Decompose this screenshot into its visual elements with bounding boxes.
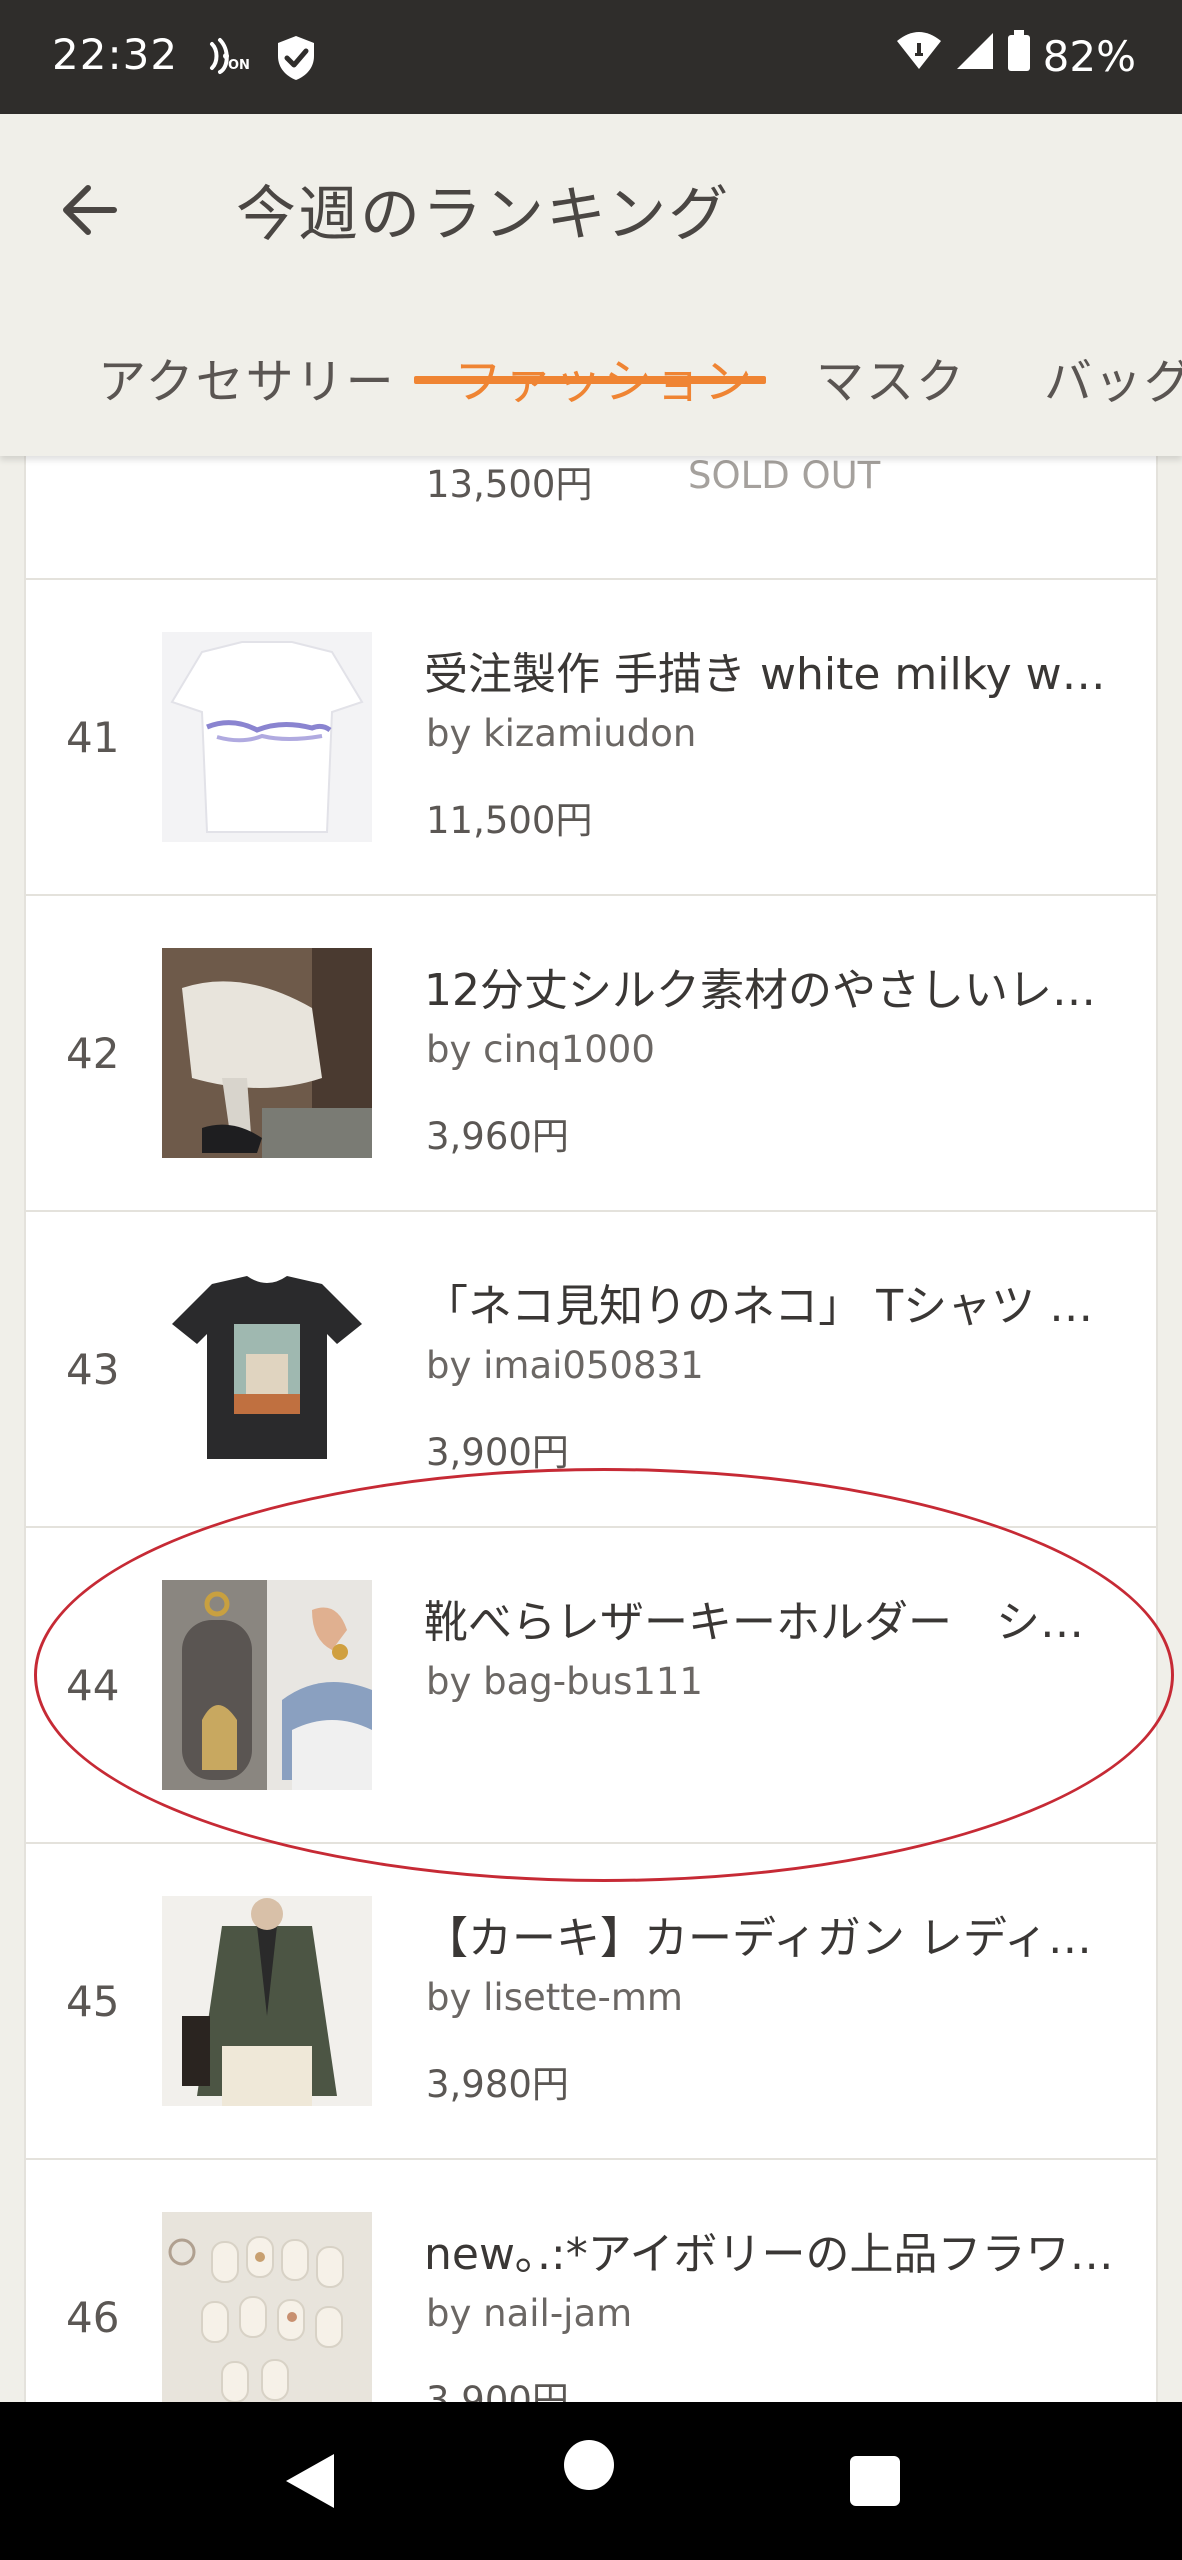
list-item[interactable]: 41 受注製作 手描き white milky white by kizamiu…: [24, 580, 1158, 896]
item-thumbnail: [162, 1264, 372, 1474]
item-price: 3,980円: [426, 2063, 569, 2106]
item-thumbnail: [162, 632, 372, 842]
item-rank: 44: [66, 1660, 120, 1710]
item-seller[interactable]: by nail-jam: [426, 2292, 632, 2335]
tab-mask[interactable]: マスク: [816, 342, 966, 412]
battery-icon: [1007, 30, 1031, 82]
item-rank: 42: [66, 1028, 120, 1078]
status-right: 82%: [895, 30, 1136, 82]
list-item[interactable]: 43 「ネコ見知りのネコ」 Tシャツ ブラック by imai050831 3,…: [24, 1212, 1158, 1528]
item-thumbnail: [162, 2212, 372, 2402]
arrow-left-icon: [63, 185, 117, 235]
item-seller[interactable]: by bag-bus111: [426, 1660, 703, 1703]
tab-accessory[interactable]: アクセサリー: [98, 342, 396, 412]
item-price: 11,500円: [426, 799, 593, 842]
tab-bag[interactable]: バッグ: [1044, 342, 1182, 412]
item-title[interactable]: 靴べらレザーキーホルダー シューホーン: [424, 1586, 1124, 1650]
item-seller[interactable]: by lisette-mm: [426, 1976, 683, 2019]
active-tab-indicator: [414, 376, 766, 384]
item-price: 13,500円: [426, 463, 593, 506]
wifi-icon: [895, 31, 943, 81]
status-time: 22:32: [52, 30, 179, 79]
signal-icon: [955, 31, 995, 81]
nfc-icon: ON: [206, 34, 250, 78]
nfc-on-badge: ON: [228, 58, 250, 73]
item-thumbnail: [162, 1580, 372, 1790]
page-title: 今週のランキング: [236, 180, 731, 250]
list-item[interactable]: 13,500円 SOLD OUT: [24, 456, 1158, 580]
item-seller[interactable]: by imai050831: [426, 1344, 704, 1387]
nav-recents-icon[interactable]: [850, 2456, 900, 2506]
status-bar: 22:32 ON 82%: [0, 0, 1182, 114]
ranking-list[interactable]: 13,500円 SOLD OUT 41 受注製作 手描き white milky…: [24, 456, 1158, 2402]
item-rank: 41: [66, 712, 120, 762]
system-nav-bar: [0, 2402, 1182, 2560]
item-seller[interactable]: by kizamiudon: [426, 712, 696, 755]
item-title[interactable]: 【カーキ】カーディガン レディース: [424, 1902, 1124, 1966]
item-title[interactable]: 受注製作 手描き white milky white: [424, 638, 1124, 702]
item-rank: 43: [66, 1344, 120, 1394]
list-item[interactable]: 44 靴べらレザーキーホルダー シューホーン by bag-bus111: [24, 1528, 1158, 1844]
item-thumbnail: [162, 948, 372, 1158]
nav-home-icon[interactable]: [564, 2440, 614, 2490]
nav-back-icon[interactable]: [282, 2450, 338, 2512]
item-price: 3,900円: [426, 2379, 569, 2402]
item-title[interactable]: 12分丈シルク素材のやさしいレギンス: [424, 954, 1124, 1018]
item-price: 3,960円: [426, 1115, 569, 1158]
status-left-icons: ON: [206, 34, 318, 86]
sold-out-label: SOLD OUT: [688, 456, 881, 497]
shield-check-icon: [274, 34, 318, 86]
item-thumbnail: [162, 1896, 372, 2106]
item-price: 3,900円: [426, 1431, 569, 1474]
item-seller[interactable]: by cinq1000: [426, 1028, 655, 1071]
item-rank: 45: [66, 1976, 120, 2026]
list-item[interactable]: 42 12分丈シルク素材のやさしいレギンス by cinq1000 3,960円: [24, 896, 1158, 1212]
battery-percent: 82%: [1042, 31, 1136, 81]
item-title[interactable]: new｡.:*アイボリーの上品フラワーネイル: [424, 2218, 1124, 2282]
back-button[interactable]: [56, 176, 124, 244]
item-rank: 46: [66, 2292, 120, 2342]
item-title[interactable]: 「ネコ見知りのネコ」 Tシャツ ブラック: [424, 1270, 1124, 1334]
list-item[interactable]: 45 【カーキ】カーディガン レディース by lisette-mm 3,980…: [24, 1844, 1158, 2160]
list-item[interactable]: 46 new｡.:*アイボリーの上品フラワーネイル by nail-jam 3,…: [24, 2160, 1158, 2402]
app-bar: 今週のランキング アクセサリー ファッション マスク バッグ: [0, 114, 1182, 456]
